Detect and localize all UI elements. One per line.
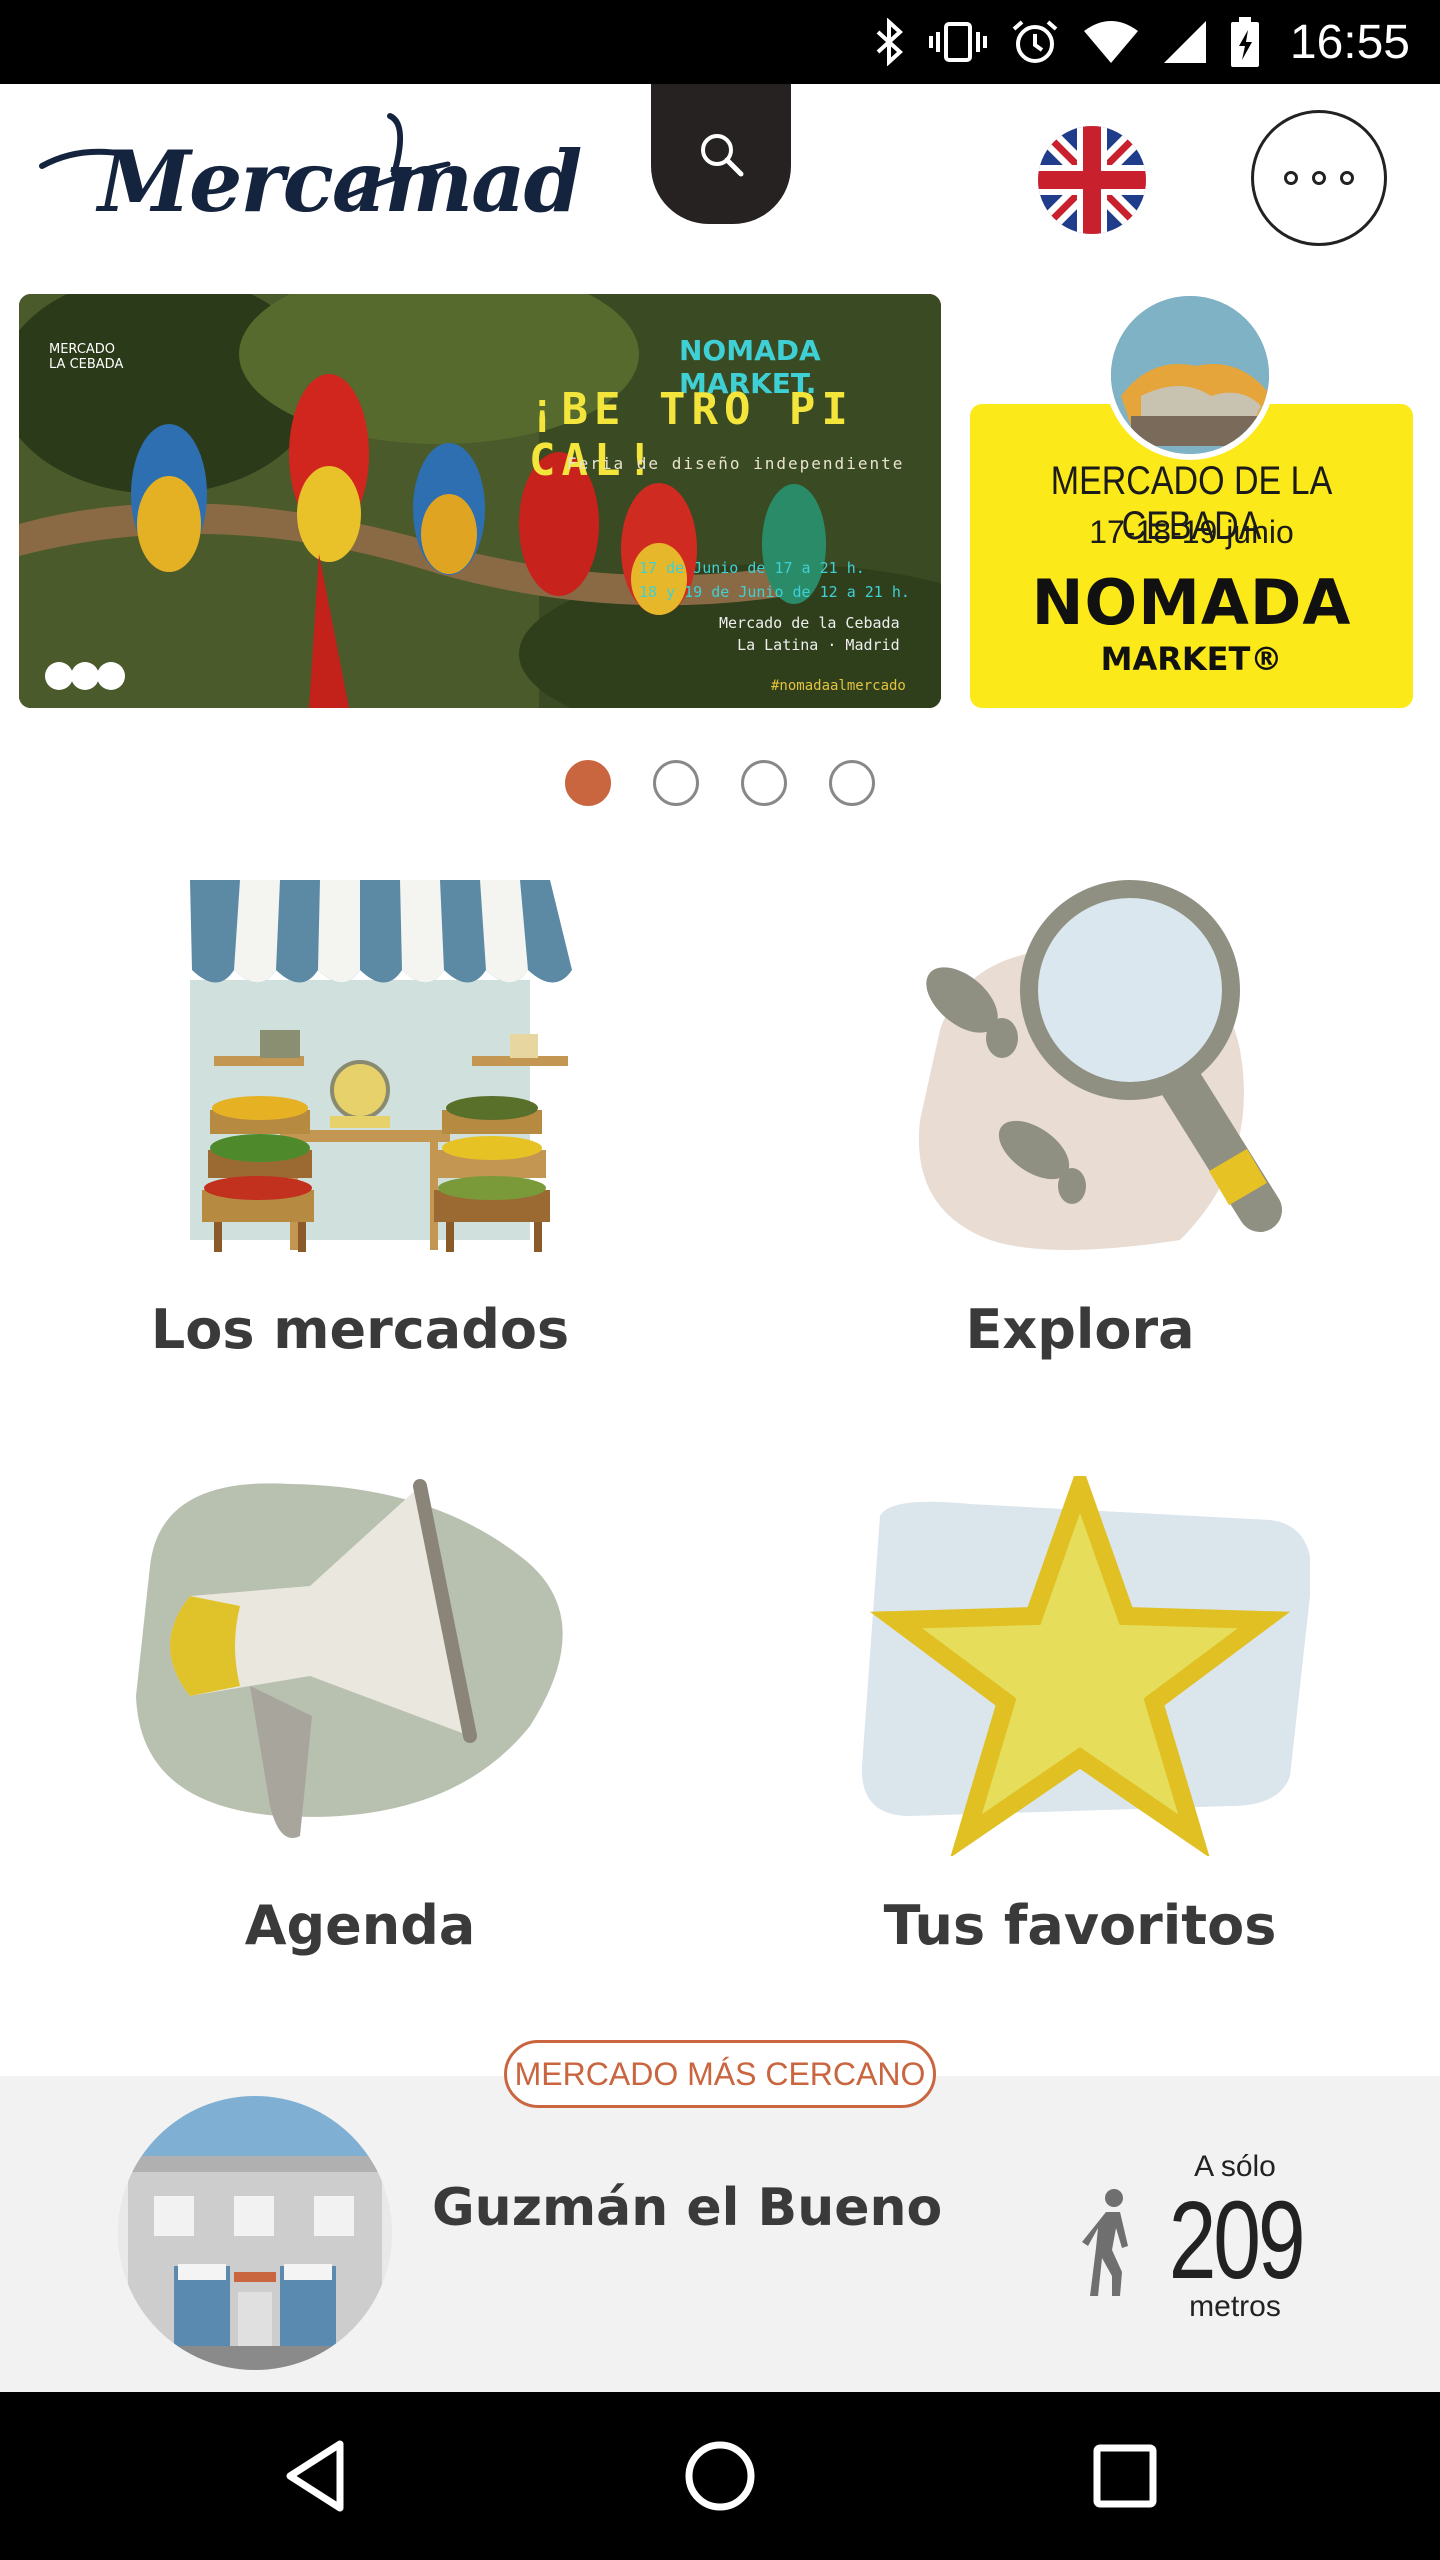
logo-text: Mercamad [98,132,582,231]
page-dot-1[interactable] [565,760,611,806]
bluetooth-icon [876,18,903,66]
menu-tile-explora[interactable]: Explora [720,880,1440,1480]
nearest-market-tag: MERCADO MÁS CERCANO [504,2040,936,2108]
menu-label-agenda: Agenda [244,1894,476,1957]
uk-flag-icon [1038,126,1146,234]
slide1-venue-line1: Mercado de la Cebada [719,614,900,632]
market-roof-icon [1105,290,1275,460]
slide1-organizer: MERCADO LA CEBADA [49,342,123,372]
megaphone-icon [136,1479,563,1838]
wifi-icon [1083,21,1138,63]
more-dot [1284,171,1298,185]
search-button[interactable] [651,84,791,224]
system-nav-bar [0,2392,1440,2560]
slide1-dates-line2: 18 y 19 de Junio de 12 a 21 h. [639,583,910,601]
back-icon[interactable] [278,2436,358,2516]
slide2-brand-sub: MARKET® [1100,640,1283,678]
status-bar: 16:55 [0,0,1440,84]
page-dot-2[interactable] [653,760,699,806]
slide1-venue-line2: La Latina · Madrid [737,636,900,654]
app-logo[interactable]: Mercamad [38,104,582,254]
banner-slide-be-tropical[interactable]: MERCADO LA CEBADA NOMADA MARKET. ¡BE TRO … [19,294,941,708]
page-dot-4[interactable] [829,760,875,806]
signal-icon [1163,21,1206,63]
slide1-organizer-line2: LA CEBADA [49,357,124,372]
menu-label-explora: Explora [965,1298,1195,1361]
slide1-hashtag: #nomadaalmercado [771,678,906,694]
vibrate-icon [928,22,987,62]
slide1-dates: 17 de Junio de 17 a 21 h. 18 y 19 de Juni… [639,556,910,604]
slide2-brand: NOMADA [1031,566,1352,639]
more-dot [1340,171,1354,185]
market-avatar [118,2096,392,2370]
slide2-dates: 17-18-19 junio [1089,514,1294,550]
nearest-market-name: Guzmán el Bueno [432,2178,943,2238]
slide1-organizer-line1: MERCADO [49,342,116,357]
carousel-pagination [0,760,1440,810]
menu-tile-agenda[interactable]: Agenda [0,1476,720,2076]
more-button[interactable] [1251,110,1387,246]
walking-person-icon [1082,2189,1128,2296]
star-icon [861,1476,1310,1856]
language-button[interactable] [1038,126,1146,234]
slide1-subtitle: Feria de diseño independiente [567,454,905,473]
battery-icon [1230,17,1259,67]
banner-carousel[interactable]: MERCADO LA CEBADA NOMADA MARKET. ¡BE TRO … [0,284,1440,724]
menu-tile-los-mercados[interactable]: Los mercados [0,880,720,1480]
distance-value: 209 [1168,2179,1306,2302]
menu-tile-tus-favoritos[interactable]: Tus favoritos [720,1476,1440,2076]
page-dot-3[interactable] [741,760,787,806]
distance-unit: metros [1189,2290,1281,2323]
recents-icon[interactable] [1085,2436,1165,2516]
menu-label-los-mercados: Los mercados [150,1298,570,1361]
home-icon[interactable] [680,2436,760,2516]
more-dot [1312,171,1326,185]
slide1-venue: Mercado de la Cebada La Latina · Madrid [719,612,900,656]
market-stall-icon [190,880,572,1252]
slide1-dates-line1: 17 de Junio de 17 a 21 h. [639,559,865,577]
status-icons: 16:55 [872,0,1410,84]
app-header: Mercamad [0,84,1440,284]
magnifier-icon [918,880,1282,1250]
status-time: 16:55 [1289,15,1410,69]
search-icon [701,134,744,177]
menu-label-tus-favoritos: Tus favoritos [883,1894,1277,1957]
alarm-icon [1012,20,1058,63]
